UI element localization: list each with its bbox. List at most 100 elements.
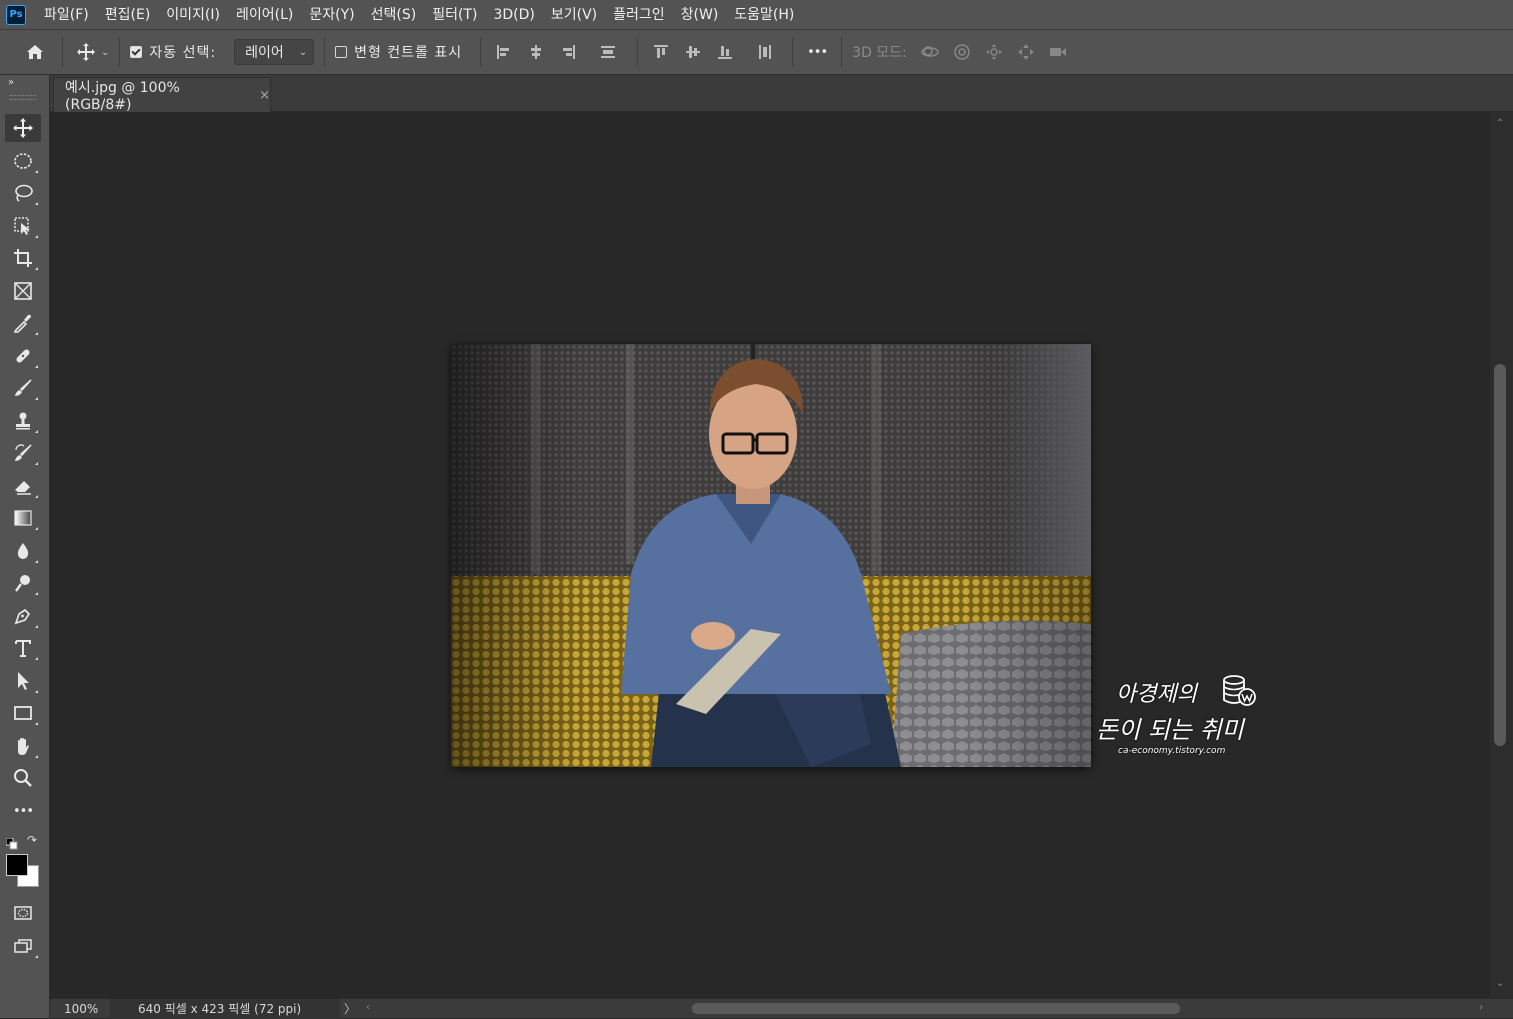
vertical-scrollbar[interactable]: ⌃ ⌄	[1490, 112, 1513, 998]
crop-tool[interactable]	[5, 244, 41, 272]
eraser-tool[interactable]	[5, 472, 41, 500]
collapse-panel-icon[interactable]: »	[8, 77, 14, 88]
transform-controls-label: 변형 컨트롤 표시	[354, 45, 463, 61]
distribute-vertical-icon[interactable]	[595, 39, 621, 65]
dodge-tool[interactable]	[5, 569, 41, 597]
menu-image[interactable]: 이미지(I)	[158, 0, 228, 30]
menu-bar: Ps 파일(F) 편집(E) 이미지(I) 레이어(L) 문자(Y) 선택(S)…	[0, 0, 1513, 30]
close-icon[interactable]: ×	[259, 88, 270, 103]
lasso-tool[interactable]	[5, 179, 41, 207]
path-selection-tool[interactable]	[5, 667, 41, 695]
watermark-line-1: 아경제의	[1116, 682, 1197, 707]
elliptical-marquee-tool[interactable]	[5, 147, 41, 175]
menu-file[interactable]: 파일(F)	[36, 0, 97, 30]
more-options-button[interactable]: •••	[807, 45, 828, 60]
document-tab[interactable]: 예시.jpg @ 100% (RGB/8#) ×	[53, 77, 271, 113]
move-tool-preset-icon[interactable]	[73, 39, 99, 65]
separator	[637, 37, 639, 67]
zoom-level-field[interactable]: 100%	[50, 1002, 110, 1016]
watermark-url: ca-economy.tistory.com	[1118, 746, 1226, 756]
align-top-icon[interactable]	[648, 39, 674, 65]
chevron-down-icon: ⌄	[298, 46, 308, 58]
align-horizontal-center-icon[interactable]	[523, 39, 549, 65]
scroll-up-icon[interactable]: ⌃	[1496, 118, 1504, 129]
menu-view[interactable]: 보기(V)	[543, 0, 605, 30]
eyedropper-tool[interactable]	[5, 309, 41, 337]
object-selection-tool[interactable]	[5, 212, 41, 240]
menu-select[interactable]: 선택(S)	[363, 0, 425, 30]
watermark-line-2: 돈이 되는 취미	[1096, 716, 1244, 744]
align-left-icon[interactable]	[491, 39, 517, 65]
vertical-scroll-thumb[interactable]	[1494, 364, 1506, 746]
menu-window[interactable]: 창(W)	[673, 0, 727, 30]
3d-pan-icon[interactable]	[981, 39, 1007, 65]
auto-select-checkbox[interactable]	[130, 46, 143, 58]
scroll-down-icon[interactable]: ⌄	[1496, 978, 1504, 989]
zoom-tool[interactable]	[5, 764, 41, 792]
panel-grip[interactable]	[10, 95, 36, 100]
document-tab-bar: 예시.jpg @ 100% (RGB/8#) ×	[50, 75, 1513, 113]
coin-stack-icon	[1223, 675, 1256, 706]
auto-select-target-dropdown[interactable]: 레이어 ⌄	[234, 39, 315, 65]
document-info[interactable]: 640 픽셀 x 423 픽셀 (72 ppi)	[110, 998, 340, 1019]
menu-filter[interactable]: 필터(T)	[424, 0, 485, 30]
blur-tool[interactable]	[5, 537, 41, 565]
align-right-icon[interactable]	[555, 39, 581, 65]
menu-type[interactable]: 문자(Y)	[301, 0, 362, 30]
document-tab-title: 예시.jpg @ 100% (RGB/8#)	[65, 80, 180, 113]
align-bottom-icon[interactable]	[712, 39, 738, 65]
frame-tool[interactable]	[5, 277, 41, 305]
align-vertical-center-icon[interactable]	[680, 39, 706, 65]
separator	[62, 37, 63, 67]
menu-help[interactable]: 도움말(H)	[726, 0, 802, 30]
horizontal-scrollbar[interactable]: ‹ ›	[360, 999, 1513, 1019]
clone-stamp-tool[interactable]	[5, 407, 41, 435]
photo-illustration	[451, 344, 1091, 767]
menu-layer[interactable]: 레이어(L)	[228, 0, 301, 30]
separator	[119, 37, 121, 67]
brush-tool[interactable]	[5, 374, 41, 402]
move-tool[interactable]	[5, 114, 41, 142]
history-brush-tool[interactable]	[5, 439, 41, 467]
auto-select-label: 자동 선택:	[149, 45, 217, 61]
menu-plugins[interactable]: 플러그인	[605, 0, 673, 30]
3d-slide-icon[interactable]	[1013, 39, 1039, 65]
chevron-down-icon[interactable]: ⌄	[101, 47, 109, 58]
separator	[324, 37, 326, 67]
canvas-area[interactable]: 아경제의 돈이 되는 취미 ca-economy.tistory.com	[50, 112, 1490, 998]
menu-3d[interactable]: 3D(D)	[485, 0, 542, 30]
tools-panel: » ••• ↷	[0, 75, 50, 1018]
menu-edit[interactable]: 편집(E)	[97, 0, 159, 30]
swap-colors-icon[interactable]: ↷	[27, 833, 37, 847]
hand-tool[interactable]	[5, 732, 41, 760]
screen-mode-button[interactable]	[5, 932, 41, 960]
separator	[792, 37, 794, 67]
3d-camera-icon[interactable]	[1045, 39, 1071, 65]
healing-brush-tool[interactable]	[5, 342, 41, 370]
more-tools-icon: •••	[12, 803, 34, 819]
pen-tool[interactable]	[5, 602, 41, 630]
scroll-right-icon[interactable]: ›	[1479, 1002, 1483, 1013]
3d-orbit-icon[interactable]	[917, 39, 943, 65]
document-image[interactable]	[451, 344, 1091, 767]
options-bar: ⌄ 자동 선택: 레이어 ⌄ 변형 컨트롤 표시 ••• 3D 모드:	[0, 30, 1513, 75]
quick-mask-mode-button[interactable]	[5, 899, 41, 927]
rectangle-tool[interactable]	[5, 699, 41, 727]
foreground-color-swatch[interactable]	[6, 854, 28, 876]
edit-toolbar[interactable]: •••	[5, 797, 41, 825]
gradient-tool[interactable]	[5, 504, 41, 532]
separator	[841, 37, 843, 67]
status-menu-arrow-icon[interactable]: 〉	[340, 1000, 360, 1017]
distribute-horizontal-icon[interactable]	[752, 39, 778, 65]
auto-select-target-value: 레이어	[245, 45, 284, 61]
scroll-left-icon[interactable]: ‹	[366, 1002, 370, 1013]
horizontal-scroll-thumb[interactable]	[692, 1002, 1180, 1014]
default-colors-icon[interactable]	[5, 835, 18, 850]
type-tool[interactable]	[5, 634, 41, 662]
separator	[480, 37, 482, 67]
transform-controls-checkbox[interactable]	[335, 46, 348, 58]
3d-roll-icon[interactable]	[949, 39, 975, 65]
home-icon[interactable]	[22, 39, 48, 65]
photoshop-logo[interactable]: Ps	[6, 4, 26, 25]
status-bar: 100% 640 픽셀 x 423 픽셀 (72 ppi) 〉 ‹ ›	[50, 998, 1513, 1019]
